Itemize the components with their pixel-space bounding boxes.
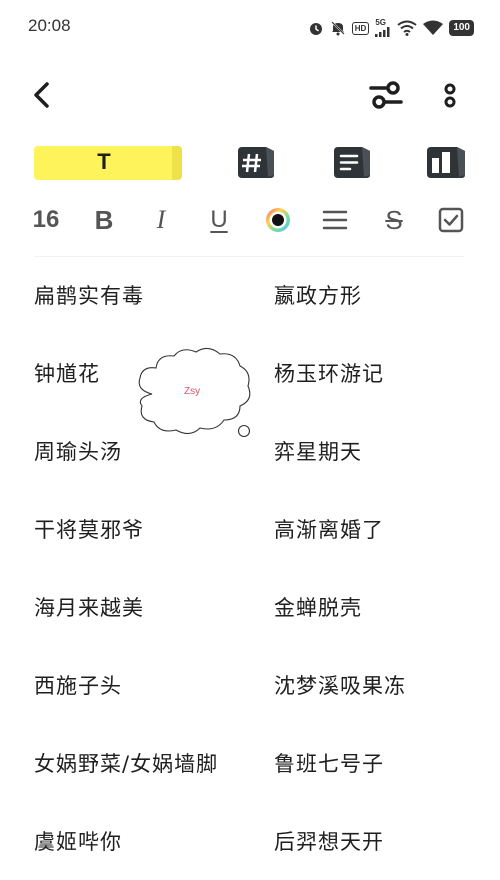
tab-text-format[interactable]: T: [34, 142, 182, 182]
wifi-signal-icon: [397, 20, 417, 36]
tab-heading-format[interactable]: [234, 142, 278, 182]
format-mode-tabs: T: [0, 142, 500, 186]
list-item[interactable]: 沈梦溪吸果冻: [274, 670, 406, 700]
list-item[interactable]: 虞姬哔你: [34, 826, 122, 856]
hd-badge: HD: [351, 21, 370, 35]
list-item[interactable]: 后羿想天开: [274, 826, 384, 856]
checkbox-button[interactable]: [436, 200, 466, 240]
wifi-icon: [423, 20, 444, 36]
list-row: 海月来越美 金蝉脱壳: [0, 568, 500, 646]
alarm-icon: [308, 20, 324, 36]
list-item[interactable]: 扁鹊实有毒: [34, 280, 144, 310]
more-vertical-icon: [444, 83, 456, 108]
align-lines-icon: [322, 210, 348, 230]
list-item[interactable]: 西施子头: [34, 670, 122, 700]
strikethrough-button[interactable]: S: [378, 200, 410, 240]
list-item[interactable]: 高渐离婚了: [274, 514, 384, 544]
more-options-button[interactable]: [434, 76, 466, 114]
list-item[interactable]: 海月来越美: [34, 592, 144, 622]
font-size-button[interactable]: 16: [28, 200, 64, 240]
mute-icon: [330, 20, 346, 36]
tab-layout-format[interactable]: [424, 142, 468, 182]
list-row: 西施子头 沈梦溪吸果冻: [0, 646, 500, 724]
checkbox-icon: [438, 207, 464, 233]
list-row: 女娲野菜/女娲墙脚 鲁班七号子: [0, 724, 500, 802]
underline-button[interactable]: U: [204, 200, 234, 240]
list-row: 干将莫邪爷 高渐离婚了: [0, 490, 500, 568]
list-row: 扁鹊实有毒 嬴政方形: [0, 256, 500, 334]
top-app-bar: [0, 72, 500, 118]
italic-button[interactable]: I: [146, 200, 176, 240]
sliders-icon: [369, 81, 403, 109]
hash-block-icon: [238, 147, 274, 178]
text-color-button[interactable]: [262, 200, 294, 240]
layout-block-icon: [427, 147, 465, 178]
color-wheel-icon: [266, 208, 290, 232]
list-item[interactable]: 杨玉环游记: [274, 358, 384, 388]
cellular-signal-icon: 5G: [375, 19, 391, 37]
status-time: 20:08: [28, 16, 71, 35]
active-tab-shadow: [172, 146, 182, 180]
bold-button[interactable]: B: [88, 200, 120, 240]
list-row: 虞姬哔你 后羿想天开: [0, 802, 500, 880]
list-block-icon: [334, 147, 370, 178]
status-icons: HD 5G 100: [308, 17, 474, 39]
cloud-doodle-label: Zsy: [184, 386, 201, 397]
list-item[interactable]: 钟馗花: [34, 358, 100, 388]
back-arrow-icon: [34, 82, 49, 108]
text-format-toolbar: 16 B I U S: [0, 200, 500, 240]
settings-sliders-button[interactable]: [366, 76, 406, 114]
battery-indicator: 100: [449, 20, 474, 36]
tab-list-format[interactable]: [330, 142, 374, 182]
list-item[interactable]: 周瑜头汤: [34, 436, 122, 466]
status-bar: 20:08 HD 5G 100: [0, 0, 500, 56]
list-item[interactable]: 金蝉脱壳: [274, 592, 362, 622]
text-format-icon: T: [97, 149, 111, 174]
back-button[interactable]: [26, 78, 58, 112]
list-item[interactable]: 干将莫邪爷: [34, 514, 144, 544]
list-item[interactable]: 嬴政方形: [274, 280, 362, 310]
network-type-label: 5G: [375, 18, 386, 27]
list-item[interactable]: 女娲野菜/女娲墙脚: [34, 748, 218, 778]
list-item[interactable]: 鲁班七号子: [274, 748, 384, 778]
align-button[interactable]: [320, 200, 350, 240]
list-item[interactable]: 弈星期天: [274, 436, 362, 466]
